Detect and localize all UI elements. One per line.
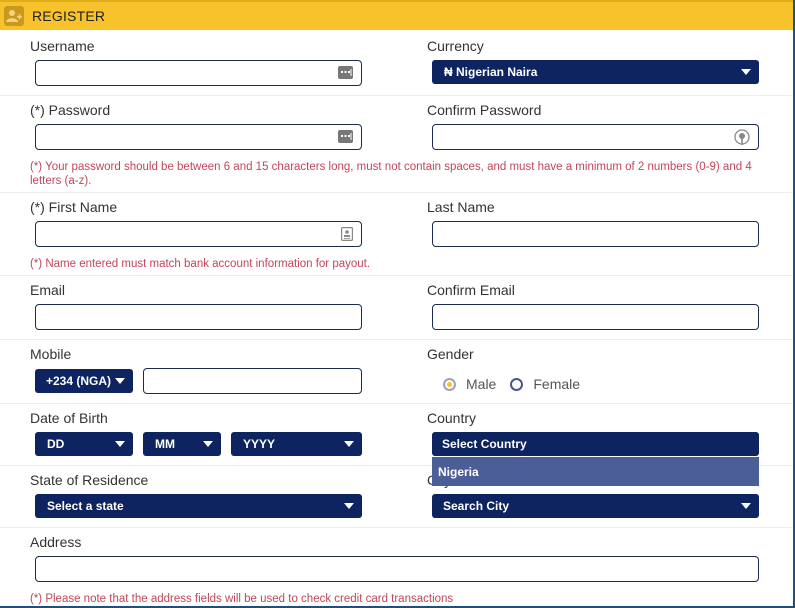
dob-month-select[interactable]: MM [143,432,221,456]
state-select[interactable]: Select a state [35,494,362,518]
email-label: Email [30,282,66,298]
dob-day-value: DD [47,437,65,451]
name-match-note: (*) Name entered must match bank account… [30,258,371,270]
mobile-label: Mobile [30,346,72,362]
confirm-email-label: Confirm Email [427,282,515,298]
email-input[interactable] [35,304,362,330]
dob-year-value: YYYY [243,437,276,451]
username-input[interactable] [35,60,362,86]
country-code-select[interactable]: +234 (NGA) [35,369,133,393]
country-code-value: +234 (NGA) [46,374,112,388]
chevron-down-icon [115,378,125,384]
row-password: (*) Password Confirm Password (*) Your p… [0,96,793,193]
chevron-down-icon [203,441,213,447]
mobile-input[interactable] [143,368,362,394]
username-label: Username [30,38,95,54]
dob-label: Date of Birth [30,410,108,426]
gender-female-label[interactable]: Female [533,376,580,392]
confirm-password-label: Confirm Password [427,102,542,118]
country-select[interactable]: Select Country [432,432,759,456]
chevron-down-icon [344,441,354,447]
dob-year-select[interactable]: YYYY [231,432,362,456]
first-name-input[interactable] [35,221,362,247]
gender-female-radio[interactable] [510,377,524,391]
row-address: Address (*) Please note that the address… [0,528,793,606]
row-username-currency: Username Currency ₦ Nigerian Naira [0,32,793,96]
state-label: State of Residence [30,472,149,488]
city-select[interactable]: Search City [432,494,759,518]
currency-selected-value: ₦ Nigerian Naira [444,65,538,79]
chevron-down-icon [115,441,125,447]
row-name: (*) First Name Last Name (*) Name entere… [0,193,793,276]
dob-day-select[interactable]: DD [35,432,133,456]
city-selected-value: Search City [443,499,510,513]
confirm-email-input[interactable] [432,304,759,330]
currency-label: Currency [427,38,484,54]
address-input[interactable] [35,556,759,582]
confirm-password-input[interactable] [432,124,759,150]
row-mobile-gender: Mobile +234 (NGA) Gender Male Female [0,340,793,404]
dob-month-value: MM [155,437,175,451]
chevron-down-icon [741,69,751,75]
currency-select[interactable]: ₦ Nigerian Naira [432,60,759,84]
chevron-down-icon [741,503,751,509]
page-title: REGISTER [32,8,106,24]
password-input[interactable] [35,124,362,150]
address-label: Address [30,534,82,550]
password-label: (*) Password [30,102,111,118]
first-name-label: (*) First Name [30,199,118,215]
country-selected-value: Select Country [442,437,527,451]
country-dropdown-option-nigeria[interactable]: Nigeria [432,457,759,486]
chevron-down-icon [344,503,354,509]
gender-label: Gender [427,346,474,362]
state-selected-value: Select a state [47,499,124,513]
country-label: Country [427,410,477,426]
gender-radio-group: Male Female [443,376,594,392]
contact-card-icon[interactable] [341,227,354,246]
keyboard-icon[interactable] [338,66,353,84]
row-email: Email Confirm Email [0,276,793,340]
add-user-icon [4,6,24,26]
gender-male-radio[interactable] [443,377,456,391]
password-requirements-note: (*) Your password should be between 6 an… [30,161,752,187]
last-name-label: Last Name [427,199,495,215]
key-icon[interactable] [734,129,750,151]
register-panel: REGISTER Username Currency ₦ Nigerian Na… [0,0,795,608]
address-note: (*) Please note that the address fields … [30,593,454,605]
last-name-input[interactable] [432,221,759,247]
keyboard-icon[interactable] [338,130,353,148]
gender-male-label[interactable]: Male [466,376,496,392]
country-option-label: Nigeria [438,464,479,479]
register-header: REGISTER [0,0,793,30]
